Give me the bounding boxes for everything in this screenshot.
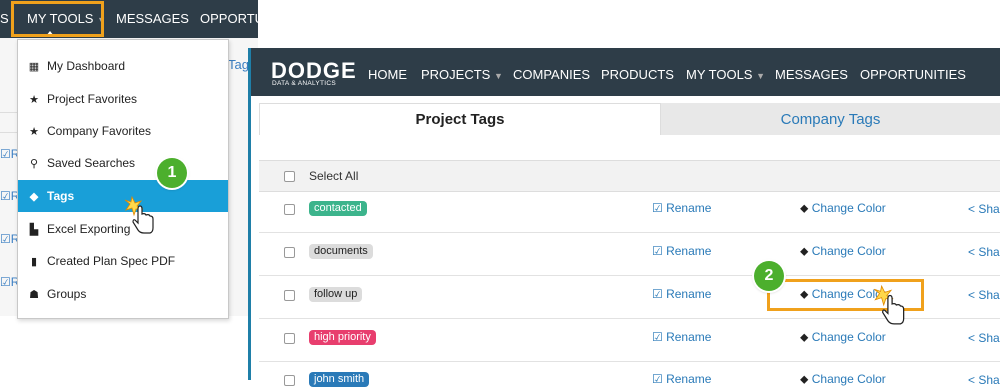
caret-down-icon: ▼: [756, 71, 766, 81]
droplet-icon: ⬥: [800, 330, 812, 344]
rename-link[interactable]: ☑ Rename: [652, 287, 711, 301]
share-icon: <: [968, 288, 979, 302]
droplet-icon: ⬥: [800, 244, 812, 258]
row-divider: [259, 361, 1000, 362]
edit-icon: ☑: [652, 201, 667, 215]
change-color-link[interactable]: ⬥ Change Color: [800, 201, 886, 216]
rename-link[interactable]: ☑ Rename: [652, 372, 711, 386]
edit-icon: ☑: [652, 244, 667, 258]
tag-follow-up[interactable]: follow up: [309, 287, 363, 302]
star-icon: ★: [29, 125, 39, 138]
share-link[interactable]: < Sha: [968, 245, 1000, 259]
search-icon: ⚲: [29, 157, 39, 170]
share-link[interactable]: < Sha: [968, 202, 1000, 216]
select-all-label: Select All: [309, 169, 359, 183]
change-color-link[interactable]: ⬥ Change Color: [800, 330, 886, 345]
share-link[interactable]: < Sha: [968, 331, 1000, 345]
menu-item-project-favorites[interactable]: ★ Project Favorites: [18, 83, 228, 115]
my-tools-dropdown: ▦ My Dashboard ★ Project Favorites ★ Compan…: [17, 39, 229, 319]
star-icon: ★: [29, 93, 39, 106]
share-icon: <: [968, 245, 979, 259]
grid-icon: ▦: [28, 60, 40, 73]
menu-item-created-plan-spec-pdf[interactable]: ▮ Created Plan Spec PDF: [18, 245, 228, 277]
tag-icon: ◆: [29, 190, 39, 203]
file-icon: ▮: [30, 255, 38, 268]
share-icon: <: [968, 331, 979, 345]
row-checkbox[interactable]: [284, 333, 295, 344]
tab-project-tags[interactable]: Project Tags: [259, 103, 661, 135]
row-divider: [259, 275, 1000, 276]
step-badge-2: 2: [754, 261, 784, 291]
logo-tagline: DATA & ANALYTICS: [272, 80, 337, 87]
menu-item-my-dashboard[interactable]: ▦ My Dashboard: [18, 50, 228, 82]
hand-cursor-icon: [873, 284, 905, 325]
row-checkbox[interactable]: [284, 375, 295, 386]
nav-item-my-tools[interactable]: MY TOOLS ▼: [686, 67, 765, 82]
nav-item-companies[interactable]: COMPANIES: [513, 67, 590, 82]
droplet-icon: ⬥: [800, 372, 812, 386]
row-checkbox[interactable]: [284, 290, 295, 301]
share-link[interactable]: < Sha: [968, 288, 1000, 302]
rename-link[interactable]: ☑ Rename: [652, 244, 711, 258]
nav-item-messages[interactable]: MESSAGES: [775, 67, 848, 82]
select-all-checkbox[interactable]: [284, 171, 295, 182]
share-link[interactable]: < Sha: [968, 373, 1000, 387]
row-checkbox[interactable]: [284, 204, 295, 215]
tab-company-tags[interactable]: Company Tags: [661, 103, 1000, 135]
tag-contacted[interactable]: contacted: [309, 201, 367, 216]
menu-item-company-favorites[interactable]: ★ Company Favorites: [18, 115, 228, 147]
row-divider: [0, 132, 17, 133]
rename-link[interactable]: ☑ Rename: [652, 330, 711, 344]
share-icon: <: [968, 373, 979, 387]
change-color-link[interactable]: ⬥ Change Color: [800, 244, 886, 259]
tag-high-priority[interactable]: high priority: [309, 330, 376, 345]
edit-icon: ☑: [652, 372, 667, 386]
row-checkbox[interactable]: [284, 247, 295, 258]
row-divider: [0, 112, 17, 113]
nav-item-opportunities[interactable]: OPPORTUNITIES: [860, 67, 966, 82]
droplet-icon: ⬥: [800, 201, 812, 215]
menu-item-saved-searches[interactable]: ⚲ Saved Searches: [18, 147, 228, 179]
caret-down-icon: ▼: [493, 71, 503, 81]
export-icon: ▙: [29, 223, 39, 236]
rename-link[interactable]: ☑ Rename: [652, 201, 711, 215]
hand-cursor-icon: [124, 195, 154, 234]
nav-item-partial[interactable]: S: [0, 11, 9, 26]
menu-item-tags[interactable]: ◆ Tags: [18, 180, 228, 212]
edit-icon: ☑: [652, 330, 667, 344]
nav-item-projects[interactable]: PROJECTS ▼: [421, 67, 503, 82]
select-all-row: [259, 160, 1000, 192]
partial-tags-link[interactable]: Tag: [228, 57, 249, 72]
tag-documents[interactable]: documents: [309, 244, 373, 259]
nav-item-products[interactable]: PRODUCTS: [601, 67, 674, 82]
nav-item-messages[interactable]: MESSAGES: [116, 11, 189, 26]
nav-item-opportunities[interactable]: OPPORTU: [200, 11, 264, 26]
step-badge-1: 1: [157, 158, 187, 188]
menu-item-excel-exporting[interactable]: ▙ Excel Exporting: [18, 213, 228, 245]
share-icon: <: [968, 202, 979, 216]
groups-icon: ☗: [29, 288, 39, 301]
menu-item-groups[interactable]: ☗ Groups: [18, 278, 228, 310]
edit-icon: ☑: [652, 287, 667, 301]
highlight-box-my-tools: [11, 1, 104, 37]
nav-item-home[interactable]: HOME: [368, 67, 407, 82]
row-divider: [259, 232, 1000, 233]
